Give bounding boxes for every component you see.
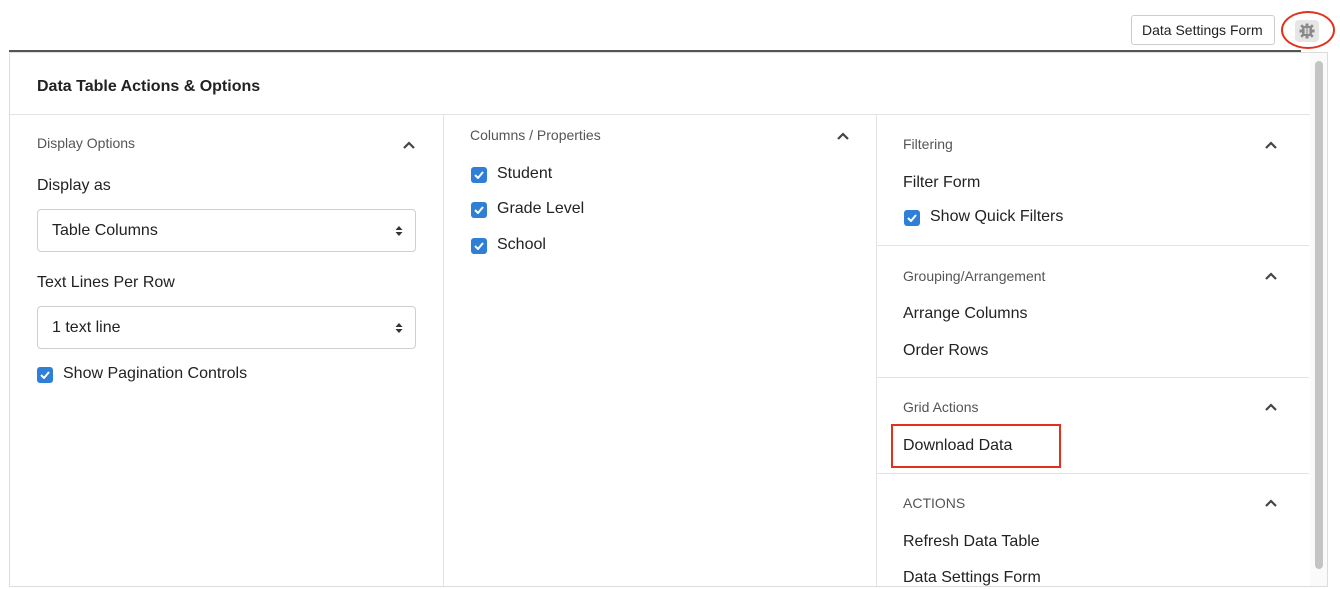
settings-gear-button[interactable] xyxy=(1295,20,1319,42)
pagination-label: Show Pagination Controls xyxy=(63,365,248,382)
check-icon xyxy=(40,371,50,379)
panel-title: Data Table Actions & Options xyxy=(37,78,261,95)
display-options-header: Display Options xyxy=(37,135,136,151)
select-arrows-icon xyxy=(395,225,403,236)
display-as-label: Display as xyxy=(37,177,111,194)
school-label: School xyxy=(497,236,546,253)
order-rows-link[interactable]: Order Rows xyxy=(903,342,988,360)
download-data-link[interactable]: Download Data xyxy=(903,437,1012,455)
grade-level-label: Grade Level xyxy=(497,200,585,217)
data-settings-form-button[interactable]: Data Settings Form xyxy=(1131,15,1275,45)
actions-header: ACTIONS xyxy=(903,495,966,511)
scrollbar[interactable] xyxy=(1310,53,1327,586)
scrollbar-thumb[interactable] xyxy=(1315,61,1323,569)
data-table-options-panel: Data Table Actions & Options Display Opt… xyxy=(9,52,1328,587)
text-lines-value: 1 text line xyxy=(52,318,121,336)
section-divider xyxy=(877,473,1309,474)
data-settings-form-link[interactable]: Data Settings Form xyxy=(903,569,1041,586)
school-checkbox[interactable] xyxy=(471,238,487,254)
display-options-column: Display Options Display as Table Columns… xyxy=(10,114,444,586)
text-lines-select[interactable]: 1 text line xyxy=(37,306,416,349)
chevron-up-icon[interactable] xyxy=(1264,140,1278,150)
text-lines-label: Text Lines Per Row xyxy=(37,274,175,291)
gear-icon xyxy=(1299,23,1315,39)
panel-header: Data Table Actions & Options xyxy=(10,53,1310,115)
chevron-up-icon[interactable] xyxy=(402,140,416,150)
grid-actions-header: Grid Actions xyxy=(903,399,979,415)
refresh-data-table-link[interactable]: Refresh Data Table xyxy=(903,533,1040,551)
student-checkbox[interactable] xyxy=(471,167,487,183)
grouping-header: Grouping/Arrangement xyxy=(903,268,1046,284)
quick-filters-label: Show Quick Filters xyxy=(930,208,1064,225)
section-divider xyxy=(877,377,1309,378)
display-as-value: Table Columns xyxy=(52,221,158,239)
gear-highlight-circle xyxy=(1281,11,1335,49)
check-icon xyxy=(474,242,484,250)
actions-column: Filtering Filter Form Show Quick Filters… xyxy=(877,114,1309,586)
columns-properties-column: Columns / Properties Student Grade Level… xyxy=(444,114,877,586)
data-settings-form-label: Data Settings Form xyxy=(1142,22,1263,38)
section-divider xyxy=(877,245,1309,246)
check-icon xyxy=(907,214,917,222)
check-icon xyxy=(474,206,484,214)
columns-properties-header: Columns / Properties xyxy=(470,127,601,143)
top-toolbar: Data Settings Form xyxy=(0,0,1340,52)
chevron-up-icon[interactable] xyxy=(1264,498,1278,508)
grade-level-checkbox[interactable] xyxy=(471,202,487,218)
select-arrows-icon xyxy=(395,322,403,333)
pagination-checkbox[interactable] xyxy=(37,367,53,383)
chevron-up-icon[interactable] xyxy=(1264,402,1278,412)
check-icon xyxy=(474,171,484,179)
chevron-up-icon[interactable] xyxy=(1264,271,1278,281)
filtering-header: Filtering xyxy=(903,136,953,152)
student-label: Student xyxy=(497,165,553,182)
quick-filters-checkbox[interactable] xyxy=(904,210,920,226)
arrange-columns-link[interactable]: Arrange Columns xyxy=(903,305,1028,323)
filter-form-link[interactable]: Filter Form xyxy=(903,174,980,192)
display-as-select[interactable]: Table Columns xyxy=(37,209,416,252)
chevron-up-icon[interactable] xyxy=(836,131,850,141)
